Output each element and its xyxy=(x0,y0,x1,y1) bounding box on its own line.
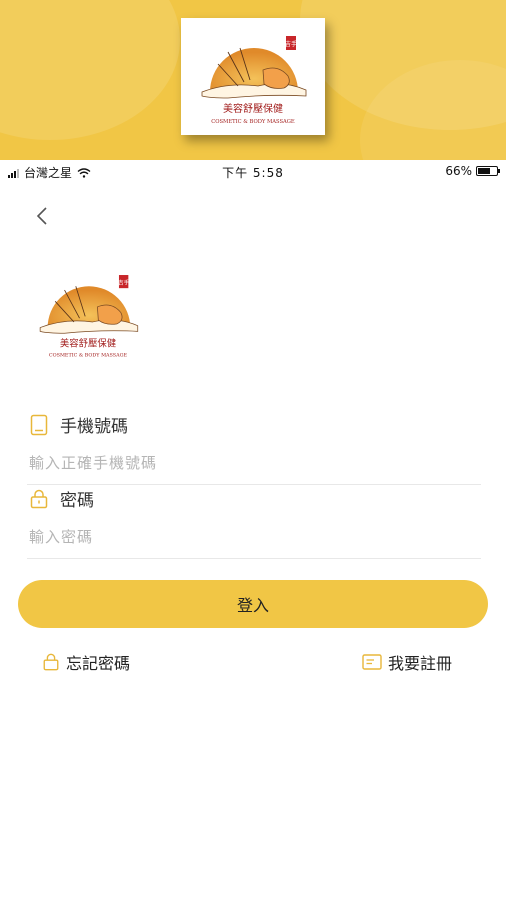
svg-text:美容舒壓保健: 美容舒壓保健 xyxy=(223,102,283,115)
content-logo: 吉手 美容舒壓保健 COSMETIC & BODY MASSAGE xyxy=(27,262,149,365)
status-right: 66% xyxy=(445,164,500,178)
password-label: 密碼 xyxy=(60,491,94,511)
back-button[interactable] xyxy=(28,202,56,230)
banner-logo-card: 吉手 美容舒壓保健 COSMETIC & BODY MASSAGE xyxy=(181,18,325,135)
phone-icon xyxy=(30,414,48,435)
password-input[interactable] xyxy=(27,522,481,559)
register-label: 我要註冊 xyxy=(388,654,453,673)
svg-text:COSMETIC & BODY MASSAGE: COSMETIC & BODY MASSAGE xyxy=(49,353,128,359)
svg-text:吉手: 吉手 xyxy=(285,40,297,48)
massage-logo-image: 吉手 美容舒壓保健 COSMETIC & BODY MASSAGE xyxy=(201,35,307,125)
top-banner: 吉手 美容舒壓保健 COSMETIC & BODY MASSAGE xyxy=(0,0,506,160)
phone-label-row: 手機號碼 xyxy=(30,412,128,437)
lock-icon xyxy=(43,653,59,671)
chevron-left-icon xyxy=(36,207,47,225)
forgot-password-link[interactable]: 忘記密碼 xyxy=(42,650,130,674)
battery-percent: 66% xyxy=(445,164,472,178)
battery-icon xyxy=(476,166,500,176)
status-bar: 台灣之星 下午 5:58 66% xyxy=(0,160,506,184)
lock-icon xyxy=(30,489,48,508)
password-label-row: 密碼 xyxy=(30,486,94,511)
svg-text:美容舒壓保健: 美容舒壓保健 xyxy=(60,337,117,349)
banner-decoration xyxy=(0,0,180,140)
id-card-icon xyxy=(362,654,382,670)
login-button[interactable]: 登入 xyxy=(18,580,488,628)
svg-text:吉手: 吉手 xyxy=(118,278,130,286)
massage-logo-image: 吉手 美容舒壓保健 COSMETIC & BODY MASSAGE xyxy=(39,275,139,359)
phone-input[interactable] xyxy=(27,448,481,485)
register-link[interactable]: 我要註冊 xyxy=(362,650,452,674)
battery-level xyxy=(478,168,490,174)
forgot-password-label: 忘記密碼 xyxy=(66,654,131,673)
phone-label: 手機號碼 xyxy=(60,417,128,437)
status-time: 下午 5:58 xyxy=(222,166,284,180)
svg-text:COSMETIC & BODY MASSAGE: COSMETIC & BODY MASSAGE xyxy=(211,119,295,125)
login-screen: 吉手 美容舒壓保健 COSMETIC & BODY MASSAGE 台灣之星 下… xyxy=(0,0,506,900)
